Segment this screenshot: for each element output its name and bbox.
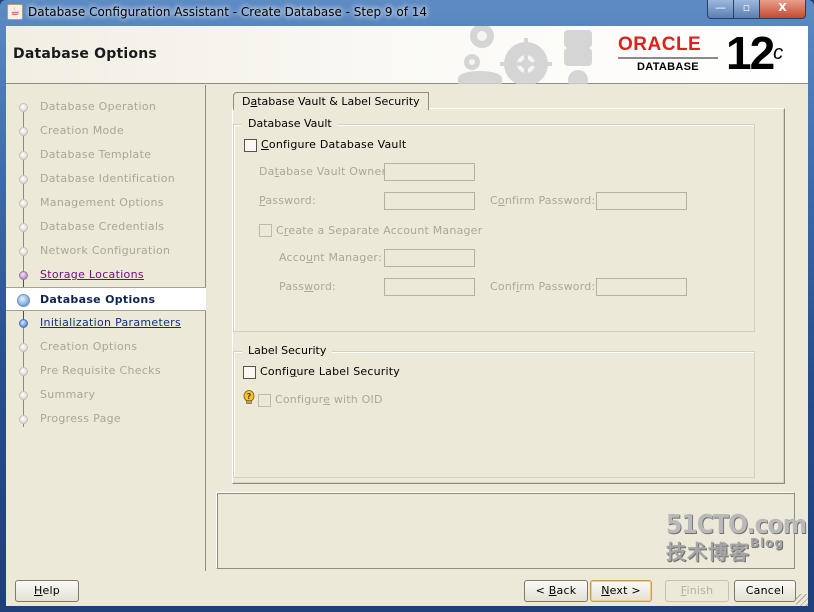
vault-password-label: Password: <box>259 194 316 207</box>
message-area <box>216 492 795 569</box>
oracle-logo: ORACLE DATABASE <box>618 34 724 73</box>
sidebar-step-label: Database Identification <box>40 172 176 185</box>
database-vault-group-title: Database Vault <box>242 117 338 130</box>
title-bar[interactable]: ☕ Database Configuration Assistant - Cre… <box>0 0 814 26</box>
sidebar-step: Database Credentials <box>6 215 206 239</box>
client-area: Database Options ORACLE DATABASE 12c Dat… <box>6 26 808 606</box>
sidebar-step: Database Identification <box>6 167 206 191</box>
step-indicator-icon <box>19 415 28 424</box>
vault-password-input[interactable] <box>384 192 475 210</box>
oracle-product-label: DATABASE <box>637 61 699 73</box>
sidebar-step: Network Configuration <box>6 239 206 263</box>
sidebar-step-label: Progress Page <box>40 412 121 425</box>
step-indicator-icon <box>19 247 28 256</box>
version-suffix: c <box>773 42 784 64</box>
step-indicator-icon <box>19 103 28 112</box>
vault-confirm-password-input[interactable] <box>596 192 687 210</box>
configure-database-vault-label[interactable]: Configure Database Vault <box>261 138 406 151</box>
sidebar-step[interactable]: Initialization Parameters <box>6 311 206 335</box>
sidebar-step-label: Database Credentials <box>40 220 165 233</box>
resize-grip[interactable] <box>796 594 808 606</box>
step-indicator-icon <box>17 294 30 307</box>
sidebar-step-label: Initialization Parameters <box>40 316 182 329</box>
close-button[interactable]: X <box>760 0 806 19</box>
steps-list: Database Operation Creation Mode Database … <box>6 95 206 431</box>
sidebar-step-label: Database Template <box>40 148 152 161</box>
sidebar-step: Database Operation <box>6 95 206 119</box>
next-button[interactable]: Next > <box>590 580 652 602</box>
sidebar-step: Summary <box>6 383 206 407</box>
vault-owner-input[interactable] <box>384 163 475 181</box>
sidebar-step-label: Storage Locations <box>40 268 144 281</box>
cancel-button[interactable]: Cancel <box>734 580 796 602</box>
sidebar-step-label: Management Options <box>40 196 164 209</box>
step-indicator-icon <box>19 367 28 376</box>
java-app-icon: ☕ <box>7 4 23 20</box>
lightbulb-hint-icon[interactable]: ? <box>243 390 255 406</box>
configure-with-oid-checkbox[interactable] <box>258 394 271 407</box>
separate-account-manager-checkbox[interactable] <box>259 224 272 237</box>
gears-database-graphic <box>458 26 592 84</box>
minimize-button[interactable]: — <box>707 0 734 19</box>
configure-label-security-label[interactable]: Configure Label Security <box>260 365 400 378</box>
sidebar-step-label: Database Operation <box>40 100 157 113</box>
oracle-wordmark: ORACLE <box>618 34 702 55</box>
sidebar-step-label: Creation Options <box>40 340 138 353</box>
separate-account-manager-label[interactable]: Create a Separate Account Manager <box>276 224 482 237</box>
sidebar-step-label: Network Configuration <box>40 244 171 257</box>
step-indicator-icon <box>19 175 28 184</box>
step-indicator-icon <box>19 151 28 160</box>
sidebar-step-label: Summary <box>40 388 96 401</box>
sidebar-step-label: Database Options <box>40 293 156 306</box>
sidebar-step-label: Creation Mode <box>40 124 124 137</box>
wizard-steps-sidebar: Database Operation Creation Mode Database … <box>6 85 206 571</box>
maximize-button[interactable]: ▫ <box>734 0 760 19</box>
svg-text:?: ? <box>247 392 252 401</box>
version-badge: 12c <box>726 30 783 76</box>
step-indicator-icon <box>19 319 28 328</box>
dbca-window: ☕ Database Configuration Assistant - Cre… <box>0 0 814 612</box>
tab-label-post: tabase Vault & Label Security <box>257 95 420 108</box>
step-indicator-icon <box>19 343 28 352</box>
sidebar-step: Management Options <box>6 191 206 215</box>
configure-with-oid-label[interactable]: Configure with OID <box>275 393 383 406</box>
account-manager-confirm-password-input[interactable] <box>596 278 687 296</box>
vault-owner-label: Database Vault Owner: <box>259 165 390 178</box>
step-indicator-icon <box>19 271 28 280</box>
sidebar-step-label: Pre Requisite Checks <box>40 364 161 377</box>
account-manager-label: Account Manager: <box>279 251 382 264</box>
sidebar-step[interactable]: Database Options <box>6 287 206 311</box>
sidebar-step: Database Template <box>6 143 206 167</box>
tab-join <box>234 108 420 110</box>
account-manager-password-label: Password: <box>279 280 336 293</box>
step-indicator-icon <box>19 199 28 208</box>
sidebar-step: Creation Options <box>6 335 206 359</box>
logo-divider <box>618 57 718 59</box>
finish-button[interactable]: Finish <box>665 580 729 602</box>
configure-database-vault-checkbox[interactable] <box>244 139 257 152</box>
sidebar-step: Pre Requisite Checks <box>6 359 206 383</box>
step-indicator-icon <box>19 223 28 232</box>
header-banner: Database Options ORACLE DATABASE 12c <box>6 26 808 84</box>
sidebar-step[interactable]: Storage Locations <box>6 263 206 287</box>
help-button[interactable]: Help <box>15 580 79 602</box>
label-security-group-title: Label Security <box>242 344 333 357</box>
configure-label-security-checkbox[interactable] <box>243 366 256 379</box>
back-button[interactable]: < Back <box>524 580 588 602</box>
account-manager-input[interactable] <box>384 249 475 267</box>
step-indicator-icon <box>19 127 28 136</box>
account-manager-confirm-password-label: Confirm Password: <box>490 280 596 293</box>
sidebar-step: Progress Page <box>6 407 206 431</box>
version-number: 12 <box>726 27 775 79</box>
window-title: Database Configuration Assistant - Creat… <box>28 5 428 19</box>
vault-confirm-password-label: Confirm Password: <box>490 194 596 207</box>
step-indicator-icon <box>19 391 28 400</box>
sidebar-step: Creation Mode <box>6 119 206 143</box>
account-manager-password-input[interactable] <box>384 278 475 296</box>
page-title: Database Options <box>13 46 157 62</box>
